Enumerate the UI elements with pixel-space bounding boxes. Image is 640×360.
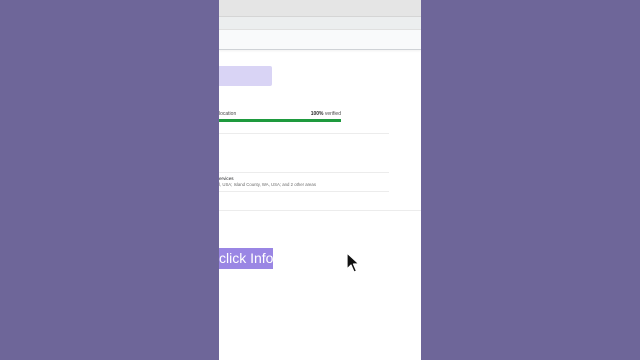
location-verification: location 100% verified <box>219 111 341 122</box>
verification-label: location <box>219 111 237 117</box>
highlighted-button[interactable] <box>219 66 272 86</box>
click-info-caption: click Info <box>219 248 273 269</box>
section-divider <box>219 172 389 173</box>
browser-address-bar[interactable] <box>219 17 421 30</box>
service-areas-list: l, USA; Island County, WA, USA; and 2 ot… <box>219 182 316 187</box>
verification-progress-bar <box>219 119 341 122</box>
section-divider <box>219 133 389 134</box>
mouse-pointer-icon <box>346 252 360 273</box>
verification-progress-fill <box>219 119 341 122</box>
section-divider <box>219 210 421 211</box>
verification-percent: 100% <box>310 111 324 117</box>
browser-panel: location 100% verified ervices l, USA; I… <box>219 0 421 360</box>
section-divider <box>219 191 389 192</box>
video-frame: location 100% verified ervices l, USA; I… <box>0 0 640 360</box>
service-areas-row[interactable]: ervices l, USA; Island County, WA, USA; … <box>219 176 409 188</box>
verification-status: 100% verified <box>311 111 341 118</box>
verification-suffix: verified <box>324 111 341 117</box>
page-header-bar <box>219 30 421 50</box>
browser-tab-strip <box>219 0 421 17</box>
